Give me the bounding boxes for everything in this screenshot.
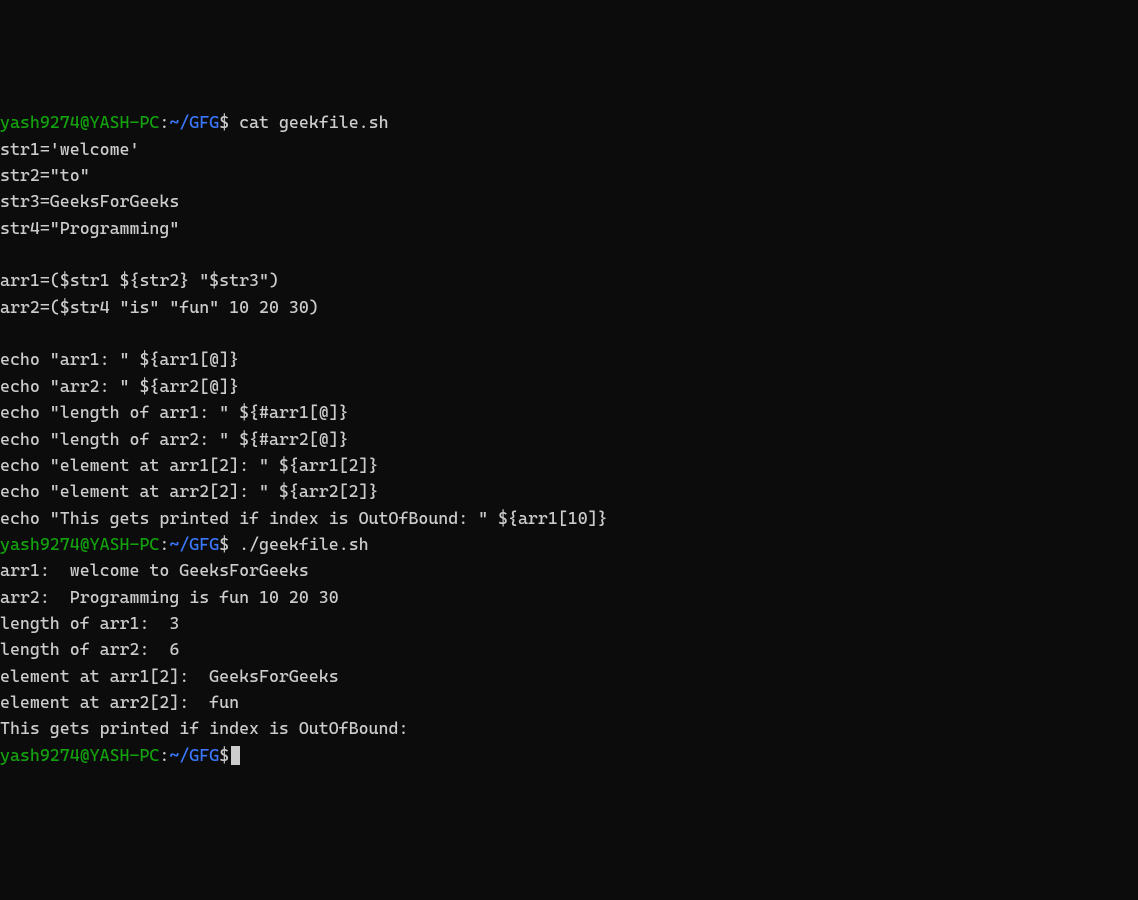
- file-line-2: str2="to": [0, 165, 90, 185]
- file-line-11: echo "length of arr1: " ${#arr1[@]}: [0, 402, 349, 422]
- prompt-dollar: $: [219, 112, 229, 132]
- prompt-line-2: yash9274@YASH-PC:~/GFG$ ./geekfile.sh: [0, 534, 369, 554]
- output-line-4: length of arr2: 6: [0, 639, 179, 659]
- file-line-15: echo "This gets printed if index is OutO…: [0, 508, 608, 528]
- prompt-slash: /: [179, 112, 189, 132]
- prompt-tilde: ~: [169, 534, 179, 554]
- prompt-host: YASH-PC: [90, 112, 160, 132]
- output-line-5: element at arr1[2]: GeeksForGeeks: [0, 666, 339, 686]
- file-line-9: echo "arr1: " ${arr1[@]}: [0, 349, 239, 369]
- prompt-slash: /: [179, 534, 189, 554]
- prompt-user: yash9274: [0, 112, 80, 132]
- prompt-dollar: $: [219, 745, 229, 765]
- output-line-1: arr1: welcome to GeeksForGeeks: [0, 560, 309, 580]
- file-line-3: str3=GeeksForGeeks: [0, 191, 179, 211]
- file-line-14: echo "element at arr2[2]: " ${arr2[2]}: [0, 481, 379, 501]
- file-line-6: arr1=($str1 ${str2} "$str3"): [0, 270, 279, 290]
- prompt-dir: GFG: [189, 745, 219, 765]
- prompt-at: @: [80, 112, 90, 132]
- file-line-1: str1='welcome': [0, 139, 139, 159]
- prompt-line-1: yash9274@YASH-PC:~/GFG$ cat geekfile.sh: [0, 112, 389, 132]
- prompt-tilde: ~: [169, 745, 179, 765]
- prompt-host: YASH-PC: [90, 745, 160, 765]
- file-line-13: echo "element at arr1[2]: " ${arr1[2]}: [0, 455, 379, 475]
- file-line-7: arr2=($str4 "is" "fun" 10 20 30): [0, 297, 319, 317]
- prompt-colon: :: [159, 534, 169, 554]
- terminal[interactable]: yash9274@YASH-PC:~/GFG$ cat geekfile.sh …: [0, 109, 1138, 768]
- prompt-line-3[interactable]: yash9274@YASH-PC:~/GFG$: [0, 745, 240, 765]
- command-1: cat geekfile.sh: [239, 112, 388, 132]
- prompt-at: @: [80, 534, 90, 554]
- prompt-host: YASH-PC: [90, 534, 160, 554]
- file-line-12: echo "length of arr2: " ${#arr2[@]}: [0, 429, 349, 449]
- output-line-7: This gets printed if index is OutOfBound…: [0, 718, 408, 738]
- cursor-icon: [231, 746, 240, 765]
- prompt-dir: GFG: [189, 534, 219, 554]
- output-line-2: arr2: Programming is fun 10 20 30: [0, 587, 339, 607]
- output-line-3: length of arr1: 3: [0, 613, 179, 633]
- prompt-user: yash9274: [0, 534, 80, 554]
- prompt-dir: GFG: [189, 112, 219, 132]
- prompt-user: yash9274: [0, 745, 80, 765]
- prompt-colon: :: [159, 745, 169, 765]
- file-line-4: str4="Programming": [0, 218, 179, 238]
- output-line-6: element at arr2[2]: fun: [0, 692, 239, 712]
- prompt-colon: :: [159, 112, 169, 132]
- file-line-10: echo "arr2: " ${arr2[@]}: [0, 376, 239, 396]
- prompt-at: @: [80, 745, 90, 765]
- prompt-tilde: ~: [169, 112, 179, 132]
- prompt-dollar: $: [219, 534, 229, 554]
- prompt-slash: /: [179, 745, 189, 765]
- command-2: ./geekfile.sh: [239, 534, 369, 554]
